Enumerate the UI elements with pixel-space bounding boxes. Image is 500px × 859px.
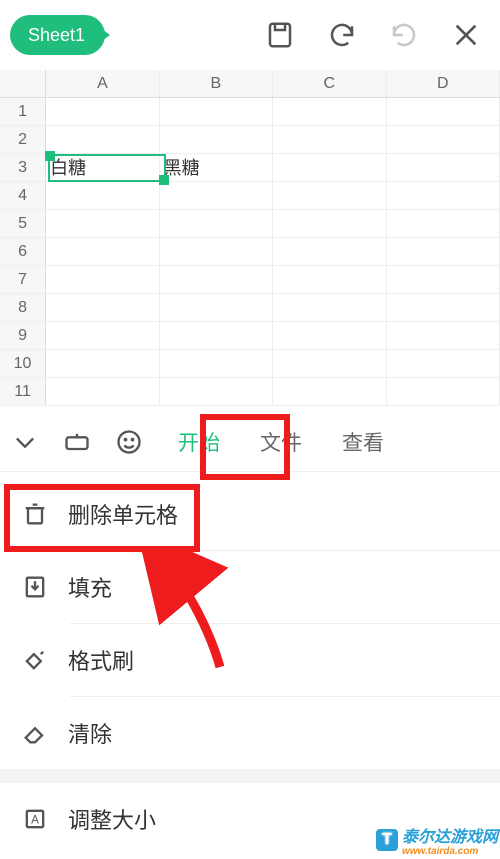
cell[interactable] [387, 294, 500, 322]
tab-view[interactable]: 查看 [338, 425, 388, 459]
cell[interactable] [387, 322, 500, 350]
menu-clear[interactable]: 清除 [0, 697, 500, 769]
menu-label: 清除 [68, 717, 112, 749]
row-head[interactable]: 6 [0, 238, 46, 266]
bottom-panel: 开始 文件 查看 删除单元格 填充 格式刷 [0, 412, 500, 859]
cell[interactable] [46, 126, 159, 154]
cell[interactable] [46, 98, 159, 126]
row-head[interactable]: 2 [0, 126, 46, 154]
cell[interactable] [387, 98, 500, 126]
row-head[interactable]: 4 [0, 182, 46, 210]
tab-file[interactable]: 文件 [256, 425, 306, 459]
cell-a3[interactable]: 白糖 [46, 154, 159, 182]
svg-text:A: A [31, 814, 39, 827]
cell[interactable] [387, 378, 500, 406]
cell[interactable] [387, 182, 500, 210]
cell[interactable] [160, 98, 273, 126]
column-headers: A B C D [0, 70, 500, 98]
top-toolbar: Sheet1 [0, 0, 500, 70]
select-all-corner[interactable] [0, 70, 46, 97]
cell[interactable] [273, 350, 386, 378]
format-painter-icon [20, 645, 50, 675]
cell[interactable] [387, 266, 500, 294]
eraser-icon [20, 718, 50, 748]
cell[interactable] [387, 126, 500, 154]
cell[interactable] [46, 210, 159, 238]
cell[interactable] [160, 350, 273, 378]
cell[interactable] [273, 294, 386, 322]
menu-label: 格式刷 [68, 644, 134, 676]
panel-tab-labels: 开始 文件 查看 [174, 425, 388, 459]
col-head-a[interactable]: A [46, 70, 159, 97]
row-head[interactable]: 8 [0, 294, 46, 322]
cell[interactable] [273, 126, 386, 154]
cell[interactable] [160, 378, 273, 406]
collapse-panel-icon[interactable] [8, 425, 42, 459]
col-head-d[interactable]: D [387, 70, 500, 97]
cell[interactable] [273, 266, 386, 294]
watermark-logo: T [376, 829, 398, 851]
col-head-c[interactable]: C [273, 70, 386, 97]
close-icon[interactable] [448, 17, 484, 53]
menu-label: 删除单元格 [68, 498, 178, 530]
menu-label: 调整大小 [68, 803, 156, 835]
fill-down-icon [20, 572, 50, 602]
sheet-tab-label: Sheet1 [28, 25, 85, 46]
cell[interactable] [46, 294, 159, 322]
row-head[interactable]: 5 [0, 210, 46, 238]
redo-icon[interactable] [386, 17, 422, 53]
menu-fill[interactable]: 填充 [0, 551, 500, 623]
menu-label: 填充 [68, 571, 112, 603]
row-head[interactable]: 11 [0, 378, 46, 406]
tab-start[interactable]: 开始 [174, 425, 224, 459]
cell[interactable] [273, 238, 386, 266]
row-head[interactable]: 9 [0, 322, 46, 350]
cell-b3[interactable]: 黑糖 [160, 154, 273, 182]
trash-icon [20, 499, 50, 529]
cell[interactable] [273, 378, 386, 406]
top-icons [262, 17, 484, 53]
spreadsheet-grid[interactable]: A B C D 1 2 3白糖黑糖 4 5 6 7 8 9 10 11 [0, 70, 500, 412]
cell[interactable] [160, 126, 273, 154]
cell[interactable] [160, 238, 273, 266]
cell[interactable] [46, 322, 159, 350]
watermark-site: 泰尔达游戏网 [402, 829, 498, 846]
cell[interactable] [46, 182, 159, 210]
cell[interactable] [273, 210, 386, 238]
col-head-b[interactable]: B [160, 70, 273, 97]
cell[interactable] [46, 266, 159, 294]
cell[interactable] [387, 238, 500, 266]
row-head[interactable]: 1 [0, 98, 46, 126]
cell[interactable] [273, 98, 386, 126]
panel-tabs: 开始 文件 查看 [0, 412, 500, 472]
row-head[interactable]: 10 [0, 350, 46, 378]
cell[interactable] [273, 322, 386, 350]
row-head[interactable]: 7 [0, 266, 46, 294]
save-icon[interactable] [262, 17, 298, 53]
cell[interactable] [273, 182, 386, 210]
cell[interactable] [160, 294, 273, 322]
cell[interactable] [46, 350, 159, 378]
cell[interactable] [160, 322, 273, 350]
cell[interactable] [387, 154, 500, 182]
keyboard-icon[interactable] [60, 425, 94, 459]
cell[interactable] [160, 266, 273, 294]
cell[interactable] [160, 210, 273, 238]
cell[interactable] [387, 210, 500, 238]
cell[interactable] [160, 182, 273, 210]
start-menu: 删除单元格 填充 格式刷 清除 A 调整 [0, 472, 500, 855]
smiley-icon[interactable] [112, 425, 146, 459]
row-head[interactable]: 3 [0, 154, 46, 182]
cell[interactable] [273, 154, 386, 182]
undo-icon[interactable] [324, 17, 360, 53]
cell[interactable] [387, 350, 500, 378]
menu-delete-cell[interactable]: 删除单元格 [0, 478, 500, 550]
menu-format-painter[interactable]: 格式刷 [0, 624, 500, 696]
resize-icon: A [20, 804, 50, 834]
cell[interactable] [46, 378, 159, 406]
sheet-tab[interactable]: Sheet1 [10, 15, 105, 55]
watermark: T 泰尔达游戏网 www.tairda.com [376, 823, 498, 857]
watermark-url: www.tairda.com [402, 847, 498, 857]
cell[interactable] [46, 238, 159, 266]
